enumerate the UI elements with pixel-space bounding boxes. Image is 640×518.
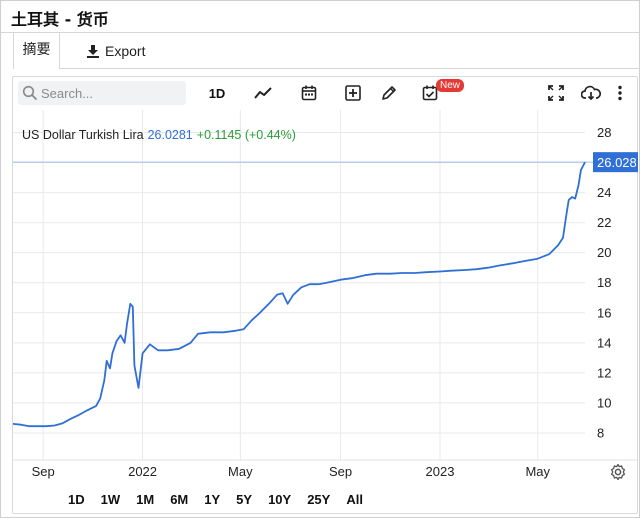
y-tick-label: 14 [597, 335, 611, 350]
range-button-1y[interactable]: 1Y [196, 491, 228, 511]
quote-header: US Dollar Turkish Lira 26.0281 +0.1145 (+0… [22, 128, 296, 142]
range-button-1m[interactable]: 1M [128, 491, 162, 511]
last-price-tag-label: 26.028 [597, 155, 637, 170]
y-tick-label: 16 [597, 305, 611, 320]
x-tick-label: Sep [329, 464, 352, 479]
instrument-name: US Dollar Turkish Lira [22, 128, 144, 142]
chart-settings-button[interactable] [609, 463, 627, 481]
y-tick-label: 12 [597, 365, 611, 380]
y-tick-label: 10 [597, 395, 611, 410]
range-selector: 1D 1W 1M 6M 1Y 5Y 10Y 25Y All [60, 491, 371, 511]
gear-icon [610, 463, 626, 481]
x-tick-label: 2022 [128, 464, 157, 479]
x-tick-label: May [228, 464, 253, 479]
y-tick-label: 18 [597, 275, 611, 290]
range-button-5y[interactable]: 5Y [228, 491, 260, 511]
y-tick-label: 22 [597, 215, 611, 230]
y-tick-label: 24 [597, 185, 611, 200]
x-tick-label: Sep [32, 464, 55, 479]
y-tick-label: 20 [597, 245, 611, 260]
range-button-6m[interactable]: 6M [162, 491, 196, 511]
price-chart: 810121416182022242628Sep2022MaySep2023Ma… [12, 110, 638, 479]
y-tick-label: 8 [597, 425, 604, 440]
range-button-25y[interactable]: 25Y [299, 491, 338, 511]
y-tick-label: 28 [597, 125, 611, 140]
x-tick-label: May [525, 464, 550, 479]
series-line-usd-try [12, 161, 586, 428]
range-button-1d[interactable]: 1D [60, 491, 93, 511]
range-button-10y[interactable]: 10Y [260, 491, 299, 511]
price-change: +0.1145 (+0.44%) [196, 128, 296, 142]
last-price: 26.0281 [147, 128, 193, 142]
range-button-1w[interactable]: 1W [93, 491, 129, 511]
range-button-all[interactable]: All [338, 491, 371, 511]
x-tick-label: 2023 [426, 464, 455, 479]
